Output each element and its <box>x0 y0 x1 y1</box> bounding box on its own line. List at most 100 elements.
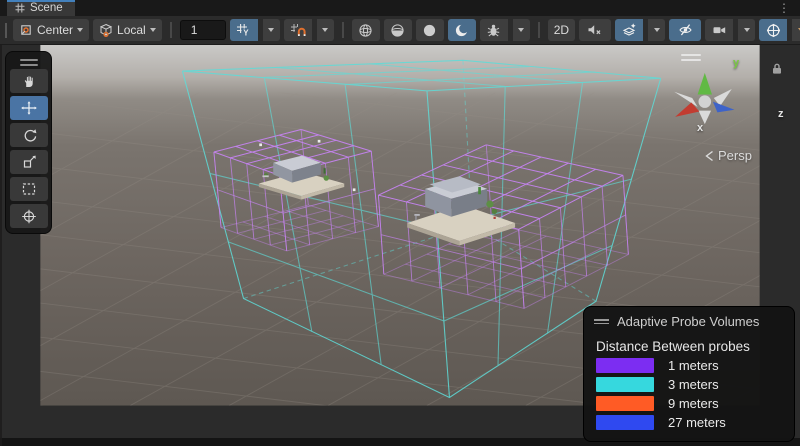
scene-viewport[interactable]: y x z Persp Adaptive Probe Volumes Dista… <box>0 45 800 446</box>
caret-down-icon <box>77 28 83 32</box>
camera-dropdown-button[interactable] <box>705 19 733 41</box>
cube-icon <box>99 23 113 37</box>
unity-scene-window: Scene ⋮ Center Local <box>0 0 800 446</box>
tab-accent-line <box>7 0 75 2</box>
legend-label: 1 meters <box>668 358 719 373</box>
gizmo-x-label[interactable]: x <box>697 122 703 134</box>
lighting-toggle-button[interactable] <box>448 19 476 41</box>
caret-down-icon <box>150 28 156 32</box>
legend-row: 27 meters <box>596 415 784 430</box>
gizmos-dropdown[interactable] <box>792 19 800 41</box>
move-snap-input[interactable] <box>180 20 226 40</box>
legend-swatch-9m <box>596 396 654 411</box>
scene-tab-icon <box>15 3 25 13</box>
wireframe-mode-button[interactable] <box>352 19 380 41</box>
rect-tool-icon <box>21 182 37 196</box>
panel-drag-handle[interactable] <box>594 317 609 326</box>
grid-snap-icon: Y <box>236 23 251 37</box>
tab-label: Scene <box>30 2 63 14</box>
wireframe-sphere-icon <box>358 23 373 38</box>
shaded-mode-button[interactable] <box>416 19 444 41</box>
magnet-snap-dropdown[interactable] <box>317 19 334 41</box>
svg-text:Y: Y <box>243 29 249 38</box>
transform-icon <box>21 209 37 224</box>
caret-down-icon <box>744 28 750 32</box>
2d-label: 2D <box>554 23 569 37</box>
gizmo-hub[interactable] <box>699 95 712 108</box>
tool-rect[interactable] <box>10 177 48 201</box>
viewport-drag-handle[interactable] <box>681 54 701 64</box>
caret-down-icon <box>322 28 328 32</box>
effects-toggle-button[interactable] <box>615 19 643 41</box>
shaded-icon <box>422 23 437 38</box>
hand-icon <box>21 74 37 88</box>
effects-icon <box>622 23 637 38</box>
legend-label: 3 meters <box>668 377 719 392</box>
toolbar-separator <box>170 22 172 38</box>
eye-slash-icon <box>678 23 693 37</box>
window-left-edge <box>0 45 2 446</box>
tools-overlay <box>5 51 52 234</box>
debug-mode-dropdown[interactable] <box>513 19 530 41</box>
caret-down-icon <box>654 28 660 32</box>
debug-mode-button[interactable] <box>480 19 508 41</box>
toolbar-separator <box>538 22 540 38</box>
legend-swatch-3m <box>596 377 654 392</box>
legend-row: 3 meters <box>596 377 784 392</box>
legend-subtitle: Distance Between probes <box>596 339 784 354</box>
speaker-muted-icon <box>587 23 603 37</box>
moon-icon <box>454 23 469 38</box>
legend-swatch-1m <box>596 358 654 373</box>
gizmos-toggle-button[interactable] <box>759 19 787 41</box>
legend-label: 9 meters <box>668 396 719 411</box>
projection-label: Persp <box>718 148 752 163</box>
pivot-icon <box>19 23 33 37</box>
tool-scale[interactable] <box>10 150 48 174</box>
orientation-label: Local <box>117 23 146 37</box>
scene-toolbar: Center Local Y <box>0 16 800 45</box>
camera-icon <box>712 23 727 37</box>
tool-hand[interactable] <box>10 69 48 93</box>
magnet-snap-icon <box>290 23 306 37</box>
chevron-left-icon <box>705 150 714 162</box>
2d-toggle-button[interactable]: 2D <box>548 19 575 41</box>
tools-drag-handle[interactable] <box>10 59 47 66</box>
adaptive-probe-volumes-panel: Adaptive Probe Volumes Distance Between … <box>583 306 795 442</box>
projection-toggle[interactable]: Persp <box>705 148 752 163</box>
lock-icon[interactable] <box>771 62 783 75</box>
toolbar-separator <box>342 22 344 38</box>
pivot-label: Center <box>37 23 73 37</box>
legend-row: 9 meters <box>596 396 784 411</box>
legend-row: 1 meters <box>596 358 784 373</box>
grid-snap-button[interactable]: Y <box>230 19 258 41</box>
legend-label: 27 meters <box>668 415 726 430</box>
camera-dropdown[interactable] <box>738 19 755 41</box>
bug-icon <box>486 23 501 38</box>
gizmo-z-label[interactable]: z <box>778 108 784 120</box>
panel-title: Adaptive Probe Volumes <box>617 314 759 329</box>
visibility-toggle-button[interactable] <box>669 19 701 41</box>
effects-dropdown[interactable] <box>648 19 665 41</box>
grid-snap-dropdown[interactable] <box>263 19 280 41</box>
magnet-snap-button[interactable] <box>284 19 312 41</box>
tool-transform[interactable] <box>10 204 48 228</box>
scale-icon <box>22 155 37 169</box>
caret-down-icon <box>268 28 274 32</box>
toolbar-drag-handle[interactable] <box>5 23 7 38</box>
tab-overflow-menu-button[interactable]: ⋮ <box>778 1 790 15</box>
caret-down-icon <box>518 28 524 32</box>
tab-scene[interactable]: Scene <box>7 0 75 16</box>
move-icon <box>21 101 37 115</box>
tool-rotate[interactable] <box>10 123 48 147</box>
rotate-icon <box>22 128 37 142</box>
tool-move[interactable] <box>10 96 48 120</box>
gizmos-icon <box>766 23 781 38</box>
shaded-wireframe-mode-button[interactable] <box>384 19 412 41</box>
tab-bar: Scene ⋮ <box>0 0 800 16</box>
shaded-wireframe-icon <box>390 23 405 38</box>
gizmo-y-label[interactable]: y <box>733 57 739 69</box>
orientation-dropdown[interactable]: Local <box>93 19 162 41</box>
audio-toggle-button[interactable] <box>579 19 611 41</box>
legend-swatch-27m <box>596 415 654 430</box>
pivot-dropdown[interactable]: Center <box>13 19 89 41</box>
